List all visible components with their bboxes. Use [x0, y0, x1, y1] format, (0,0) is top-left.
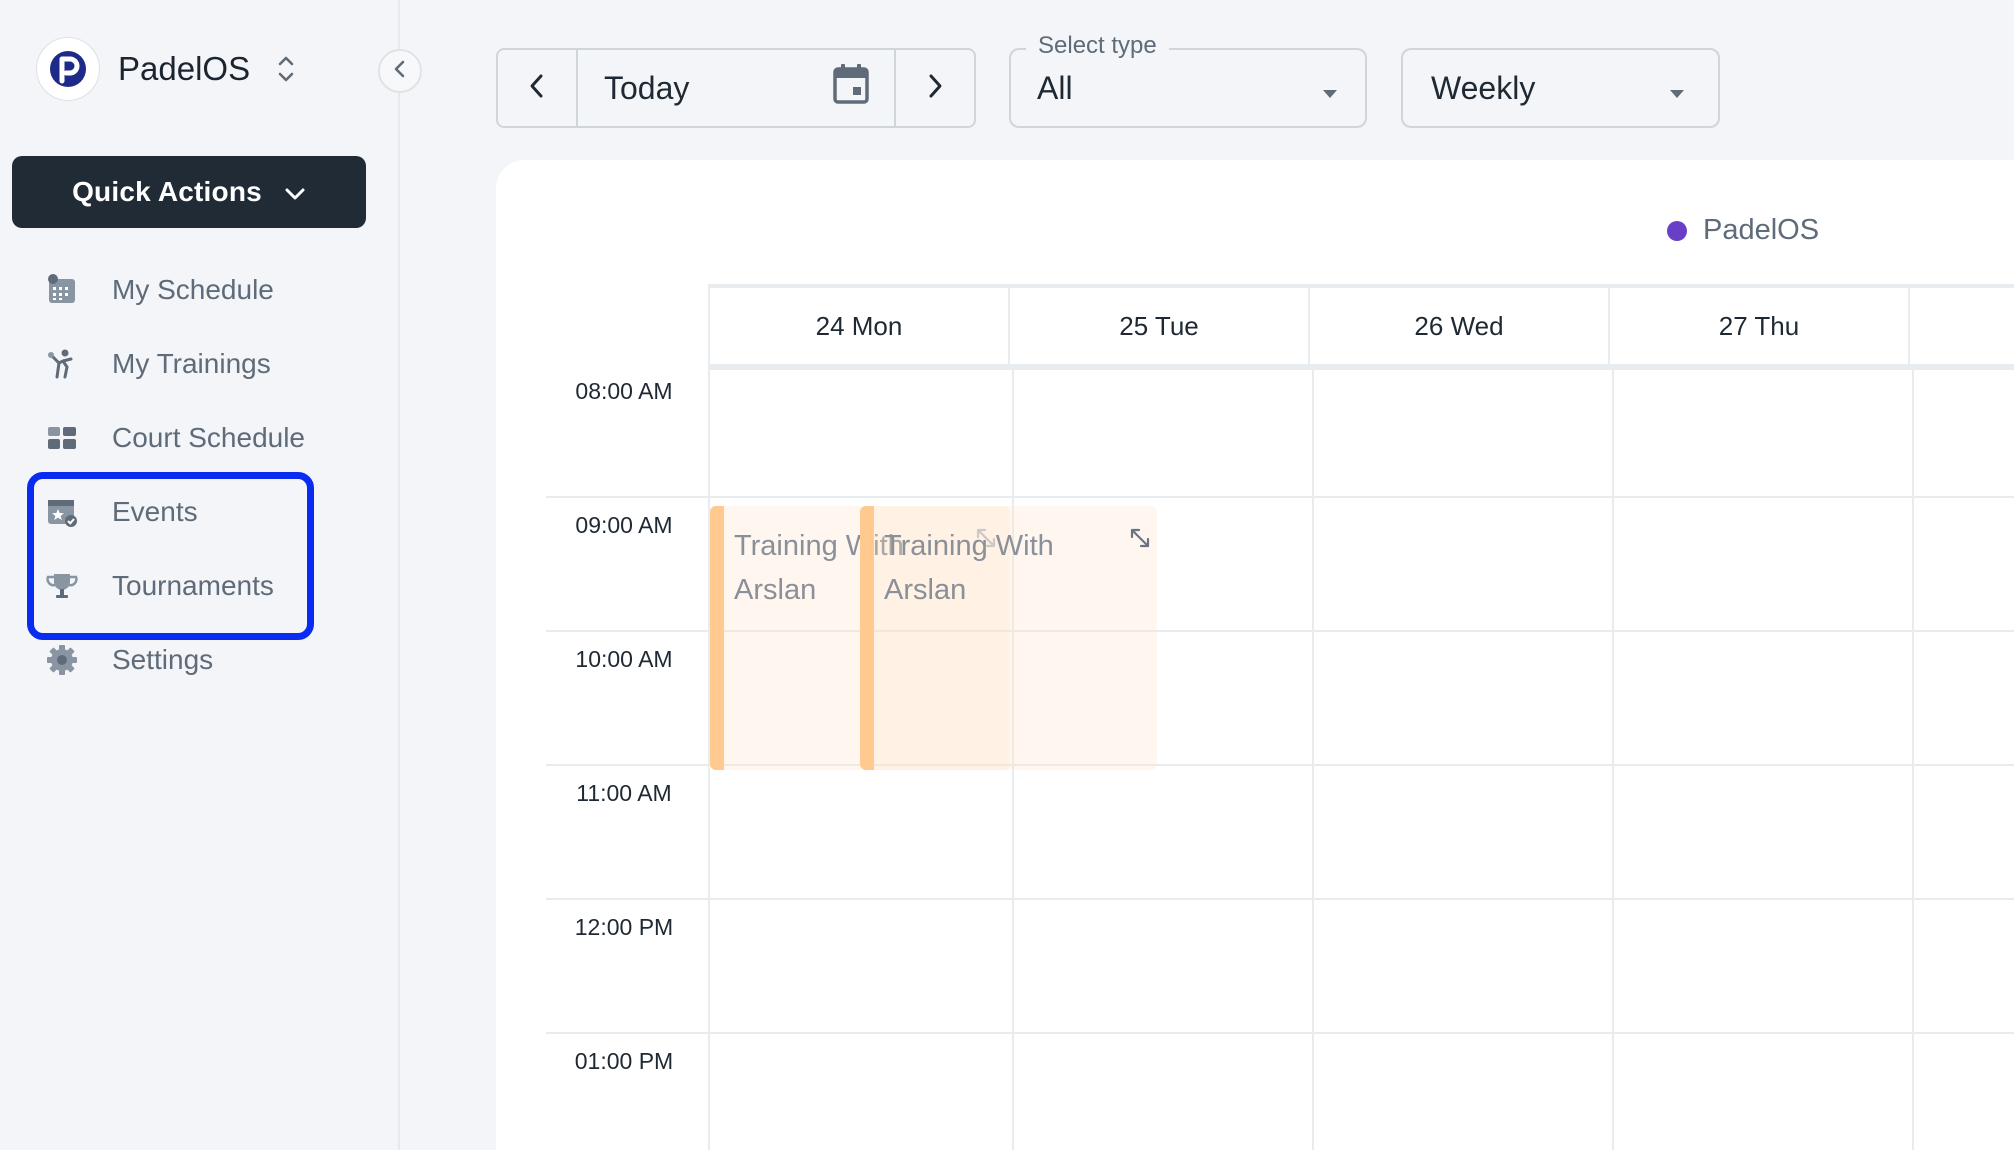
- legend-dot: [1667, 220, 1687, 241]
- sidebar-item-label: My Trainings: [112, 348, 271, 379]
- calendar-event[interactable]: Training With Arslan: [860, 506, 1157, 770]
- hour-line: [546, 496, 2014, 498]
- legend-label: PadelOS: [1703, 214, 1820, 246]
- gear-icon: [44, 642, 80, 678]
- sidebar-item-label: Settings: [112, 644, 214, 675]
- dashboard-grid-icon: [44, 420, 80, 456]
- hour-line: [546, 898, 2014, 900]
- day-header-partial: [1908, 288, 2014, 364]
- date-navigator: Today: [496, 48, 976, 128]
- time-label: 01:00 PM: [574, 1048, 674, 1074]
- today-label: Today: [604, 69, 690, 106]
- select-type-value: All: [1037, 69, 1073, 106]
- previous-week-button[interactable]: [498, 50, 578, 126]
- brand-switcher[interactable]: PadelOS: [36, 36, 298, 102]
- collapse-sidebar-button[interactable]: [378, 49, 422, 93]
- calendar-header-row: 24 Mon 25 Tue 26 Wed 27 Thu: [708, 284, 2014, 370]
- select-type-dropdown[interactable]: All: [1009, 48, 1367, 128]
- quick-actions-label: Quick Actions: [72, 176, 262, 207]
- calendar-grid-icon: [44, 272, 80, 308]
- next-week-button[interactable]: [896, 50, 974, 126]
- time-label: 11:00 AM: [576, 780, 672, 806]
- calendar-legend: PadelOS: [1667, 214, 1819, 247]
- sidebar-item-label: Court Schedule: [112, 422, 306, 453]
- chevron-left-icon: [528, 72, 546, 105]
- app-name: PadelOS: [118, 50, 251, 87]
- sidebar-item-court-schedule[interactable]: Court Schedule: [0, 408, 400, 468]
- chevron-up-down-icon[interactable]: [274, 51, 298, 87]
- hour-line: [546, 1032, 2014, 1034]
- calendar-icon[interactable]: [832, 63, 870, 113]
- day-header[interactable]: 24 Mon: [708, 288, 1008, 364]
- player-icon: [44, 346, 80, 382]
- time-label: 09:00 AM: [575, 512, 673, 538]
- chevron-right-icon: [926, 72, 944, 105]
- time-label: 12:00 PM: [574, 914, 674, 940]
- sidebar: PadelOS Quick Actions My Schedule My Tra…: [0, 0, 400, 1150]
- caret-down-icon: [1321, 70, 1339, 107]
- sidebar-item-label: My Schedule: [112, 274, 274, 305]
- day-header[interactable]: 26 Wed: [1308, 288, 1608, 364]
- chevron-down-icon: [284, 176, 306, 208]
- time-label: 10:00 AM: [575, 646, 673, 672]
- select-type-label: Select type: [1026, 32, 1169, 60]
- view-mode-value: Weekly: [1431, 69, 1536, 106]
- event-title: Training With Arslan: [884, 524, 1054, 612]
- day-header[interactable]: 27 Thu: [1608, 288, 1908, 364]
- event-title-line: Training With: [884, 530, 1054, 562]
- today-button[interactable]: Today: [578, 50, 896, 126]
- view-mode-dropdown[interactable]: Weekly: [1401, 48, 1720, 128]
- caret-down-icon: [1668, 70, 1686, 107]
- expand-icon[interactable]: [1128, 526, 1152, 550]
- sidebar-item-my-schedule[interactable]: My Schedule: [0, 260, 400, 320]
- time-label: 08:00 AM: [575, 378, 673, 404]
- sidebar-item-my-trainings[interactable]: My Trainings: [0, 334, 400, 394]
- quick-actions-button[interactable]: Quick Actions: [12, 156, 366, 228]
- event-title-line: Arslan: [884, 574, 967, 606]
- day-header[interactable]: 25 Tue: [1008, 288, 1308, 364]
- padelos-logo: [36, 37, 100, 101]
- highlight-annotation: [27, 472, 314, 640]
- chevron-left-icon: [392, 59, 408, 84]
